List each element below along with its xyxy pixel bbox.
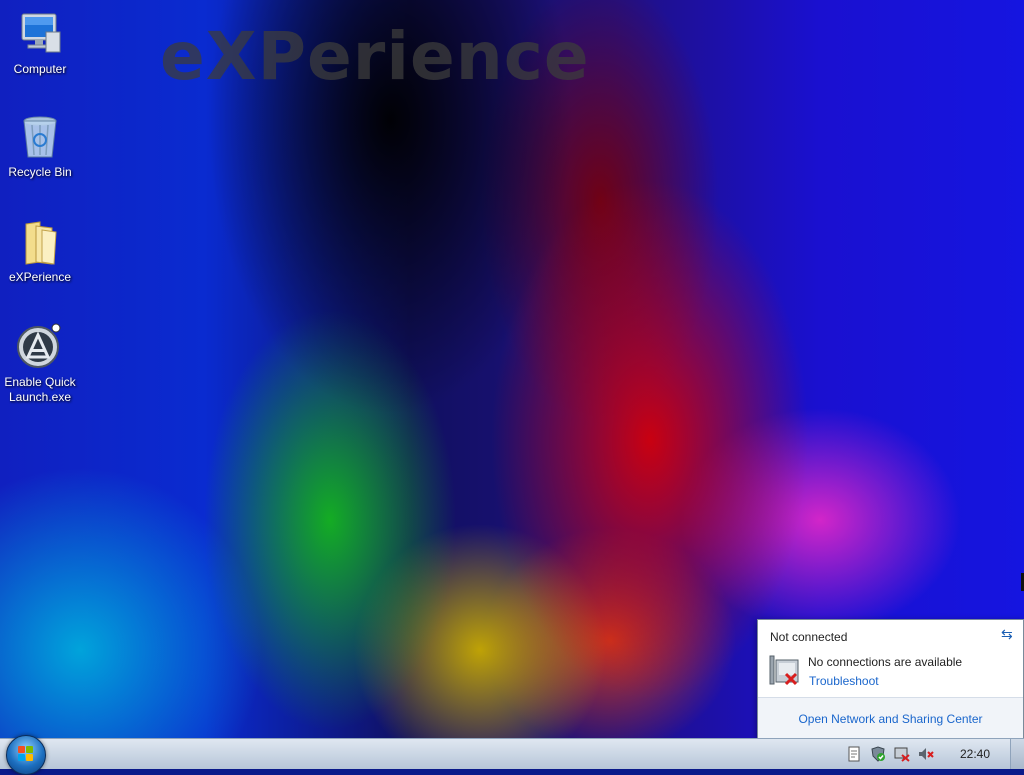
desktop-icon-label: eXPerience [8, 270, 72, 284]
network-disconnected-tray-icon[interactable] [894, 746, 910, 762]
desktop-icon-label-line1: Enable Quick [4, 375, 76, 389]
start-button[interactable] [6, 735, 46, 775]
flyout-footer: Open Network and Sharing Center [758, 697, 1023, 738]
desktop-icon-experience-folder[interactable]: eXPerience [0, 218, 80, 285]
desktop-icon-label-line2: Launch.exe [8, 390, 72, 404]
show-desktop-button[interactable] [1010, 739, 1024, 769]
volume-muted-icon[interactable] [918, 746, 934, 762]
security-check-icon[interactable] [870, 746, 886, 762]
open-network-sharing-center-link[interactable]: Open Network and Sharing Center [758, 712, 1023, 726]
connection-message: No connections are available [808, 655, 963, 669]
computer-icon [16, 10, 64, 58]
folder-icon [16, 218, 64, 266]
desktop-icon-computer[interactable]: Computer [0, 10, 80, 77]
network-flyout: Not connected ⇆ No connections are avail… [757, 619, 1024, 739]
taskbar: 22:40 [0, 735, 1024, 775]
troubleshoot-link[interactable]: Troubleshoot [809, 674, 879, 688]
desktop-icon-recycle-bin[interactable]: Recycle Bin [0, 113, 80, 180]
network-disconnected-icon [768, 654, 800, 688]
notes-icon[interactable] [846, 746, 862, 762]
windows-logo-icon [18, 746, 34, 762]
refresh-icon[interactable]: ⇆ [1001, 626, 1017, 642]
recycle-bin-icon [16, 113, 64, 161]
taskbar-clock[interactable]: 22:40 [960, 747, 990, 761]
desktop-icon-label: Recycle Bin [8, 165, 72, 179]
desktop-icon-enable-quick-launch[interactable]: Enable Quick Launch.exe [0, 323, 80, 405]
desktop-icon-label: Computer [13, 62, 67, 76]
wallpaper-watermark: eXPerience [160, 18, 590, 95]
connection-status: Not connected [770, 630, 848, 644]
app-icon [16, 323, 64, 371]
